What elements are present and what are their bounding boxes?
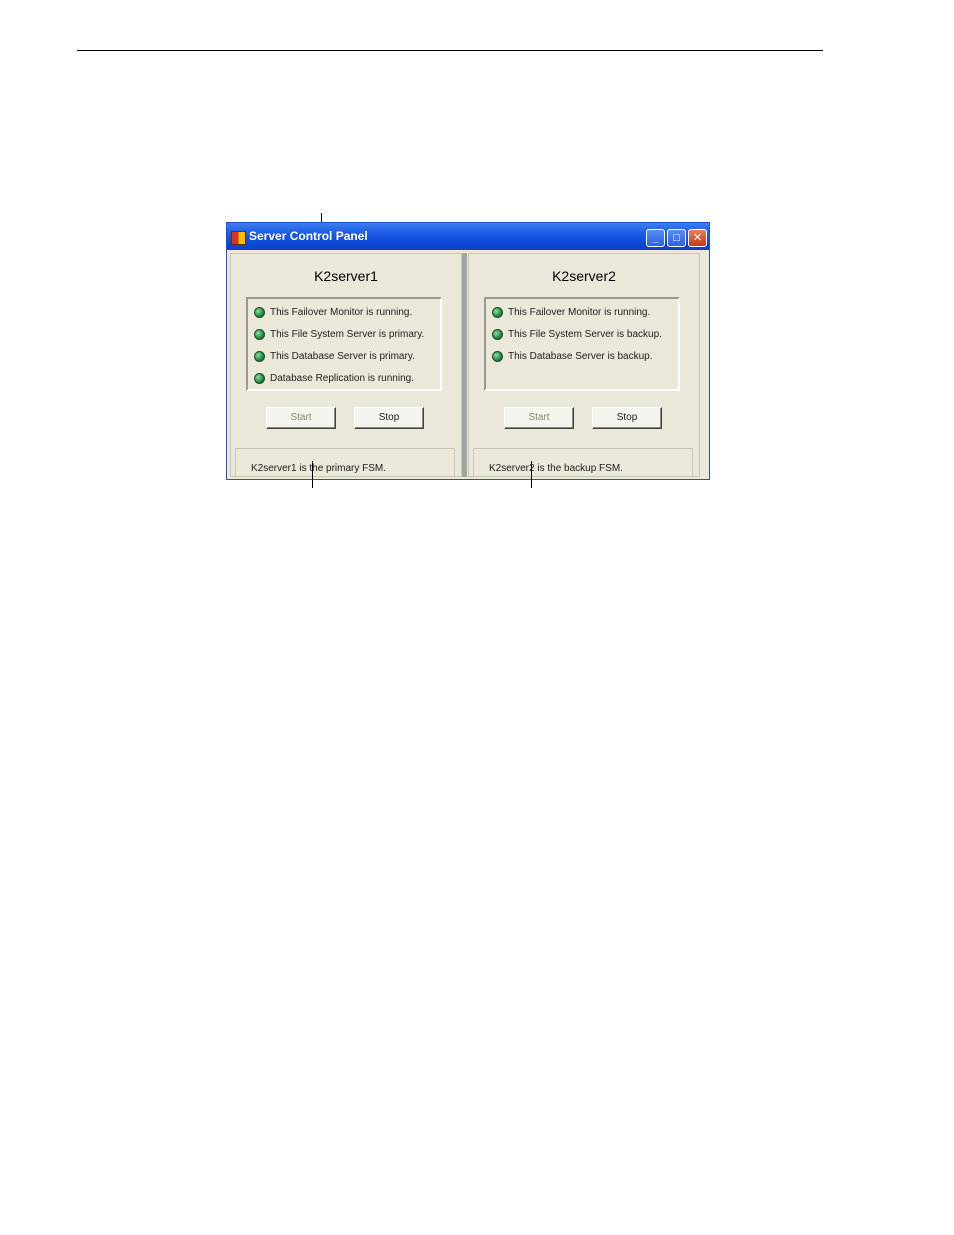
status-led-icon <box>254 372 265 384</box>
server-control-panel-window: Server Control Panel _ □ ✕ K2server1 Thi… <box>226 222 710 480</box>
status-text: This File System Server is primary. <box>270 328 425 340</box>
server2-start-button[interactable]: Start <box>504 407 574 429</box>
status-text: This Failover Monitor is running. <box>270 306 413 318</box>
status-led-icon <box>492 306 503 318</box>
status-row: Database Replication is running. <box>254 370 414 386</box>
status-text: This Database Server is primary. <box>270 350 415 362</box>
status-row: This File System Server is primary. <box>254 326 424 342</box>
panel-splitter[interactable] <box>462 253 467 477</box>
close-button[interactable]: ✕ <box>688 229 707 247</box>
status-row: This File System Server is backup. <box>492 326 662 342</box>
minimize-button[interactable]: _ <box>646 229 665 247</box>
status-led-icon <box>254 328 265 340</box>
callout-line-server2-message <box>531 461 532 488</box>
maximize-button[interactable]: □ <box>667 229 686 247</box>
callout-line-server1-message <box>312 461 313 488</box>
status-led-icon <box>254 306 265 318</box>
window-title: Server Control Panel <box>249 229 368 243</box>
status-text: This Failover Monitor is running. <box>508 306 651 318</box>
status-led-icon <box>254 350 265 362</box>
server2-title: K2server2 <box>552 268 616 284</box>
page-header-rule <box>77 50 823 51</box>
document-page: Server Control Panel _ □ ✕ K2server1 Thi… <box>0 0 954 1235</box>
server2-status-box: This Failover Monitor is running. This F… <box>484 297 680 391</box>
status-text: Database Replication is running. <box>270 372 414 384</box>
status-row: This Failover Monitor is running. <box>254 304 412 320</box>
app-icon <box>231 231 246 245</box>
server1-start-button[interactable]: Start <box>266 407 336 429</box>
server1-message: K2server1 is the primary FSM. <box>251 463 387 474</box>
status-led-icon <box>492 328 503 340</box>
status-text: This Database Server is backup. <box>508 350 653 362</box>
server1-status-box: This Failover Monitor is running. This F… <box>246 297 442 391</box>
status-row: This Database Server is primary. <box>254 348 415 364</box>
server2-message-box: K2server2 is the backup FSM. <box>473 448 693 478</box>
server2-message: K2server2 is the backup FSM. <box>489 463 623 474</box>
server1-stop-button[interactable]: Stop <box>354 407 424 429</box>
server2-stop-button[interactable]: Stop <box>592 407 662 429</box>
status-text: This File System Server is backup. <box>508 328 662 340</box>
status-row: This Failover Monitor is running. <box>492 304 650 320</box>
status-row: This Database Server is backup. <box>492 348 653 364</box>
server1-message-box: K2server1 is the primary FSM. <box>235 448 455 478</box>
server1-title: K2server1 <box>314 268 378 284</box>
server1-panel: K2server1 This Failover Monitor is runni… <box>230 253 462 478</box>
status-led-icon <box>492 350 503 362</box>
server2-panel: K2server2 This Failover Monitor is runni… <box>468 253 700 478</box>
title-bar[interactable]: Server Control Panel _ □ ✕ <box>227 223 709 250</box>
